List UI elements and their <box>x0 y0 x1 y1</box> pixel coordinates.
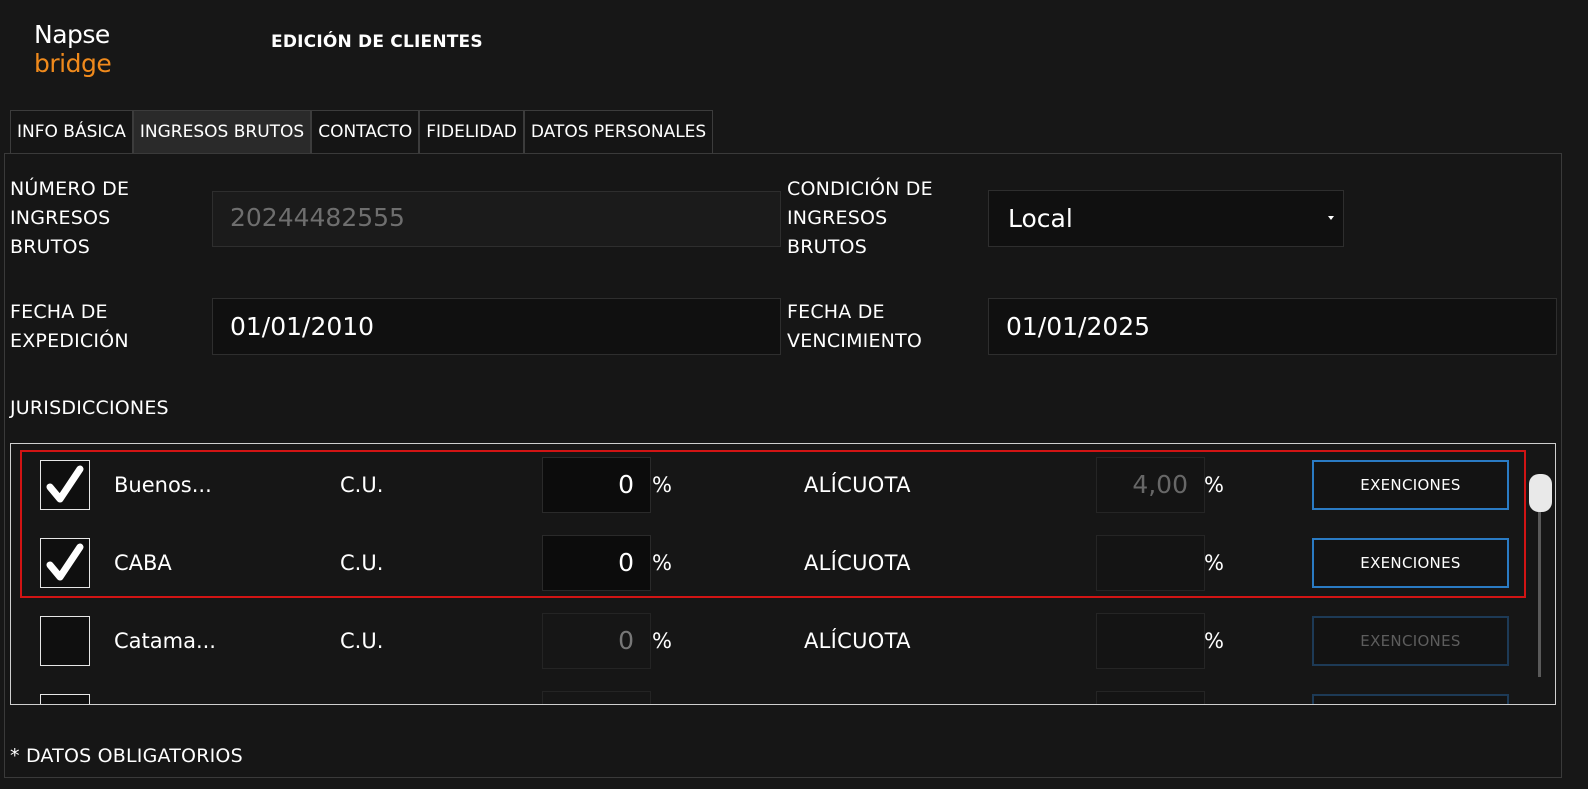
cu-input <box>542 691 651 704</box>
alicuota-percent: % <box>1204 551 1224 575</box>
alicuota-percent: % <box>1204 473 1224 497</box>
alicuota-label: ALÍCUOTA <box>804 629 911 653</box>
jurisdiccion-checkbox[interactable] <box>40 460 90 510</box>
condicion-select[interactable]: Local <box>988 190 1344 247</box>
condicion-select-value: Local <box>1008 204 1073 233</box>
jurisdiccion-name: Catama... <box>114 629 216 653</box>
fecha-vencimiento-field[interactable]: 01/01/2025 <box>988 298 1557 355</box>
exenciones-button: EXENCIONES <box>1312 616 1509 666</box>
fecha-expedicion-field[interactable]: 01/01/2010 <box>212 298 781 355</box>
chevron-down-icon <box>1328 216 1334 220</box>
exenciones-button[interactable]: EXENCIONES <box>1312 460 1509 510</box>
logo-line-2: bridge <box>34 49 112 78</box>
tab-ingresos-brutos[interactable]: INGRESOS BRUTOS <box>132 110 312 154</box>
page-title: EDICIÓN DE CLIENTES <box>271 32 483 52</box>
list-item <box>11 686 1555 704</box>
jurisdiccion-checkbox[interactable] <box>40 538 90 588</box>
cu-label: C.U. <box>340 629 384 653</box>
tab-bar: INFO BÁSICA INGRESOS BRUTOS CONTACTO FID… <box>10 110 714 154</box>
list-item: CABA C.U. 0 % ALÍCUOTA % EXENCIONES <box>11 530 1555 608</box>
cu-label: C.U. <box>340 551 384 575</box>
tab-info-basica[interactable]: INFO BÁSICA <box>10 110 133 154</box>
cu-label: C.U. <box>340 473 384 497</box>
list-item: Buenos... C.U. 0 % ALÍCUOTA 4,00 % EXENC… <box>11 452 1555 530</box>
list-item: Catama... C.U. 0 % ALÍCUOTA % EXENCIONES <box>11 608 1555 686</box>
jurisdiccion-name: Buenos... <box>114 473 212 497</box>
exenciones-button <box>1312 694 1509 704</box>
jurisdiccion-checkbox[interactable] <box>40 694 90 704</box>
exenciones-button[interactable]: EXENCIONES <box>1312 538 1509 588</box>
condicion-ingresos-brutos-label: CONDICIÓN DE INGRESOS BRUTOS <box>787 178 933 258</box>
logo-line-1: Napse <box>34 20 110 49</box>
checkmark-icon <box>46 543 84 581</box>
tab-datos-personales[interactable]: DATOS PERSONALES <box>523 110 714 154</box>
cu-percent: % <box>652 629 672 653</box>
cu-input[interactable]: 0 <box>542 535 651 591</box>
alicuota-percent: % <box>1204 629 1224 653</box>
napse-bridge-logo: Napse bridge <box>34 20 112 78</box>
cu-percent: % <box>652 551 672 575</box>
cu-input: 0 <box>542 613 651 669</box>
jurisdiccion-checkbox[interactable] <box>40 616 90 666</box>
list-scrollbar-track[interactable] <box>1538 483 1541 677</box>
fecha-expedicion-label: FECHA DE EXPEDICIÓN <box>10 301 129 352</box>
numero-ingresos-brutos-field: 20244482555 <box>212 191 781 247</box>
alicuota-input: 4,00 <box>1096 457 1205 513</box>
cu-input[interactable]: 0 <box>542 457 651 513</box>
alicuota-label: ALÍCUOTA <box>804 551 911 575</box>
numero-ingresos-brutos-label: NÚMERO DE INGRESOS BRUTOS <box>10 178 130 258</box>
jurisdicciones-list[interactable]: Buenos... C.U. 0 % ALÍCUOTA 4,00 % EXENC… <box>10 443 1556 705</box>
jurisdicciones-heading: JURISDICCIONES <box>10 397 169 419</box>
jurisdiccion-name: CABA <box>114 551 172 575</box>
alicuota-input <box>1096 535 1205 591</box>
datos-obligatorios-note: * DATOS OBLIGATORIOS <box>10 745 243 767</box>
list-scrollbar-thumb[interactable] <box>1529 474 1552 512</box>
alicuota-input <box>1096 691 1205 704</box>
tab-fidelidad[interactable]: FIDELIDAD <box>419 110 524 154</box>
checkmark-icon <box>46 465 84 503</box>
tab-contacto[interactable]: CONTACTO <box>311 110 420 154</box>
fecha-vencimiento-label: FECHA DE VENCIMIENTO <box>787 301 923 352</box>
alicuota-label: ALÍCUOTA <box>804 473 911 497</box>
cu-percent: % <box>652 473 672 497</box>
alicuota-input <box>1096 613 1205 669</box>
